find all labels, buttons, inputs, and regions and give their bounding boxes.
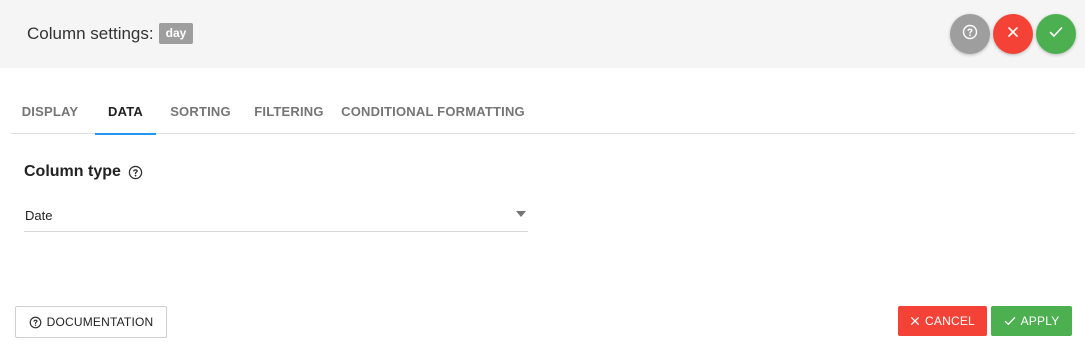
settings-tabs: DISPLAY DATA SORTING FILTERING CONDITION…: [11, 88, 1075, 135]
help-circle-icon: [29, 316, 42, 329]
check-icon: [1004, 316, 1016, 326]
dialog-header: Column settings: day: [0, 0, 1085, 68]
column-type-select[interactable]: Date: [24, 202, 528, 232]
confirm-button[interactable]: [1036, 14, 1076, 54]
check-icon: [1049, 25, 1063, 43]
column-type-heading: Column type: [24, 163, 143, 181]
dialog-title-text: Column settings:: [27, 23, 154, 43]
apply-label: APPLY: [1020, 314, 1060, 328]
dialog-title: Column settings: day: [27, 23, 194, 44]
cancel-button[interactable]: CANCEL: [898, 306, 987, 336]
help-circle-icon[interactable]: [128, 165, 143, 180]
dropdown-arrow-icon: [516, 211, 526, 217]
help-button[interactable]: [950, 14, 990, 54]
help-circle-icon: [962, 24, 978, 45]
cancel-label: CANCEL: [925, 314, 975, 328]
close-icon: [1007, 25, 1019, 43]
column-type-label: Column type: [24, 163, 121, 180]
column-name-badge: day: [158, 23, 194, 44]
close-icon: [910, 316, 920, 326]
tab-data[interactable]: DATA: [95, 88, 156, 135]
tab-display[interactable]: DISPLAY: [11, 88, 89, 134]
documentation-button[interactable]: DOCUMENTATION: [15, 306, 167, 338]
column-settings-dialog: Column settings: day DISPLAY DATA SORTIN…: [0, 0, 1085, 348]
tab-conditional-formatting[interactable]: CONDITIONAL FORMATTING: [339, 88, 527, 134]
apply-button[interactable]: APPLY: [991, 306, 1072, 336]
documentation-label: DOCUMENTATION: [46, 315, 154, 329]
tab-filtering[interactable]: FILTERING: [245, 88, 333, 134]
close-button[interactable]: [993, 14, 1033, 54]
column-type-value: Date: [25, 208, 53, 223]
tab-sorting[interactable]: SORTING: [162, 88, 239, 134]
